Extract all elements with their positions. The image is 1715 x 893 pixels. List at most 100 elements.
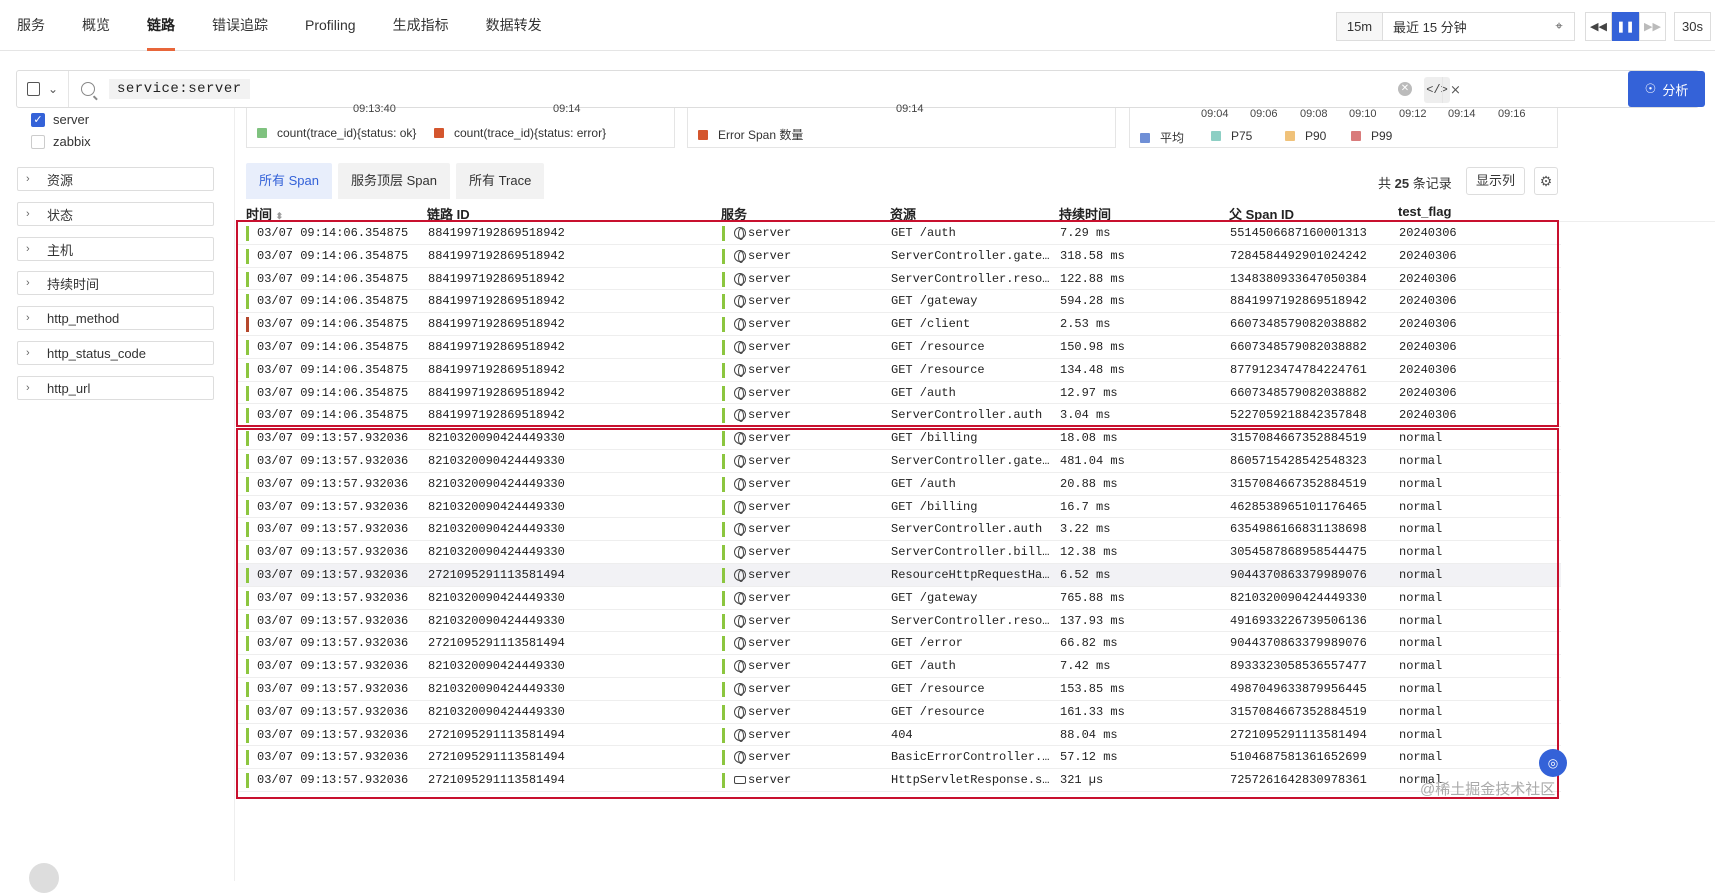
facet-http-url[interactable]: › http_url	[17, 376, 214, 400]
table-row[interactable]: 03/07 09:13:57.932036 2721095291113581494…	[236, 746, 1561, 770]
cell-parent-span-id: 5514506687160001313	[1230, 226, 1367, 240]
table-row[interactable]: 03/07 09:13:57.932036 8210320090424449330…	[236, 610, 1561, 633]
facet-http-status-code[interactable]: › http_status_code	[17, 341, 214, 365]
table-row[interactable]: 03/07 09:13:57.932036 8210320090424449330…	[236, 678, 1561, 701]
nav-tab-data-forwarding[interactable]: 数据转发	[486, 0, 542, 51]
filter-icon[interactable]: ⨯	[1442, 77, 1468, 103]
pause-button[interactable]: ❚❚	[1612, 11, 1639, 41]
column-header-trace-id[interactable]: 链路 ID	[427, 204, 470, 223]
cell-parent-span-id: 3157084667352884519	[1230, 431, 1367, 446]
table-row[interactable]: 03/07 09:14:06.354875 8841997192869518942…	[236, 222, 1561, 245]
cell-time: 03/07 09:13:57.932036	[257, 704, 409, 719]
table-row[interactable]: 03/07 09:13:57.932036 8210320090424449330…	[236, 587, 1561, 610]
clear-icon[interactable]: ✕	[1398, 82, 1412, 96]
chart-tick: 09:12	[1399, 108, 1427, 120]
table-row[interactable]: 03/07 09:14:06.354875 8841997192869518942…	[236, 245, 1561, 268]
column-header-test-flag[interactable]: test_flag	[1398, 204, 1451, 219]
record-count-suffix: 条记录	[1412, 176, 1452, 191]
table-row[interactable]: 03/07 09:14:06.354875 8841997192869518942…	[236, 382, 1561, 405]
time-range-picker[interactable]: 最近 15 分钟 ⌖	[1382, 11, 1575, 41]
table-row[interactable]: 03/07 09:14:06.354875 8841997192869518942…	[236, 336, 1561, 359]
table-row[interactable]: 03/07 09:14:06.354875 8841997192869518942…	[236, 290, 1561, 314]
cell-resource: ServerController.auth	[891, 408, 1043, 423]
refresh-interval[interactable]: 30s	[1674, 11, 1711, 41]
search-input[interactable]: service:server	[109, 79, 250, 99]
table-row[interactable]: 03/07 09:14:06.354875 8841997192869518942…	[236, 359, 1561, 382]
record-count: 共 25 条记录	[1378, 173, 1452, 192]
globe-icon	[734, 523, 746, 537]
analyze-button[interactable]: ☉ 分析	[1628, 71, 1705, 107]
forward-button[interactable]: ▶▶	[1639, 11, 1666, 41]
legend-item: P99	[1351, 129, 1392, 143]
cell-parent-span-id: 3157084667352884519	[1230, 476, 1367, 491]
table-row[interactable]: 03/07 09:14:06.354875 8841997192869518942…	[236, 313, 1561, 336]
nav-tab-error-tracking[interactable]: 错误追踪	[212, 0, 268, 51]
tab-all-trace[interactable]: 所有 Trace	[455, 163, 545, 199]
screenshot-icon[interactable]: ◎	[1539, 749, 1567, 777]
cell-service: server	[748, 294, 792, 309]
cell-parent-span-id: 6607348579082038882	[1230, 385, 1367, 400]
status-bar-ok	[246, 408, 249, 424]
nav-tab-generate-metrics[interactable]: 生成指标	[393, 0, 449, 51]
chart-latency: 09:04 09:06 09:08 09:10 09:12 09:14 09:1…	[1129, 108, 1558, 148]
cell-time: 03/07 09:13:57.932036	[257, 773, 409, 788]
query-mode-selector[interactable]: ⌄	[17, 71, 69, 107]
table-row[interactable]: 03/07 09:13:57.932036 8210320090424449330…	[236, 427, 1561, 450]
table-row[interactable]: 03/07 09:13:57.932036 2721095291113581494…	[236, 724, 1561, 747]
facet-duration[interactable]: › 持续时间	[17, 271, 214, 295]
cell-trace-id: 8210320090424449330	[428, 682, 565, 696]
tab-service-top-span[interactable]: 服务顶层 Span	[337, 163, 450, 199]
table-row[interactable]: 03/07 09:13:57.932036 8210320090424449330…	[236, 541, 1561, 564]
column-header-duration[interactable]: 持续时间	[1059, 204, 1111, 223]
legend-item: count(trace_id){status: error}	[434, 126, 606, 140]
rewind-button[interactable]: ◀◀	[1585, 11, 1612, 41]
service-color-bar	[722, 340, 725, 355]
table-row[interactable]: 03/07 09:13:57.932036 8210320090424449330…	[236, 473, 1561, 496]
pin-icon[interactable]: ⌖	[1552, 19, 1566, 33]
nav-tab-profiling[interactable]: Profiling	[305, 0, 356, 51]
table-row[interactable]: 03/07 09:13:57.932036 8210320090424449330…	[236, 655, 1561, 678]
column-header-resource[interactable]: 资源	[890, 204, 916, 223]
table-row[interactable]: 03/07 09:13:57.932036 8210320090424449330…	[236, 496, 1561, 519]
gear-icon[interactable]: ⚙	[1534, 167, 1558, 195]
nav-tab-traces[interactable]: 链路	[147, 0, 175, 51]
nav-tab-services[interactable]: 服务	[17, 0, 45, 51]
cell-parent-span-id: 6607348579082038882	[1230, 317, 1367, 332]
sort-icon[interactable]: ⬍	[276, 211, 284, 221]
cell-resource: GET /auth	[891, 476, 956, 491]
chart-tick: 09:06	[1250, 108, 1278, 120]
cell-service: server	[748, 682, 792, 696]
facet-http-method[interactable]: › http_method	[17, 306, 214, 330]
globe-icon	[734, 728, 746, 742]
column-header-service[interactable]: 服务	[721, 204, 747, 223]
chart-error-span: 09:14 Error Span 数量	[687, 103, 1116, 148]
sidebar-handle[interactable]	[29, 863, 59, 893]
table-row[interactable]: 03/07 09:13:57.932036 2721095291113581494…	[236, 632, 1561, 656]
table-row[interactable]: 03/07 09:13:57.932036 2721095291113581494…	[236, 564, 1561, 587]
cell-trace-id: 8210320090424449330	[428, 499, 565, 514]
status-bar-error	[246, 317, 249, 333]
table-row[interactable]: 03/07 09:13:57.932036 8210320090424449330…	[236, 518, 1561, 542]
table-row[interactable]: 03/07 09:14:06.354875 8841997192869518942…	[236, 404, 1561, 428]
facet-status[interactable]: › 状态	[17, 202, 214, 226]
facet-resource[interactable]: › 资源	[17, 167, 214, 191]
facet-host[interactable]: › 主机	[17, 237, 214, 261]
query-bar: ⌄ service:server ✕ </> ⨯	[16, 70, 1699, 108]
table-row[interactable]: 03/07 09:13:57.932036 8210320090424449330…	[236, 701, 1561, 724]
table-row[interactable]: 03/07 09:13:57.932036 8210320090424449330…	[236, 450, 1561, 473]
cell-test-flag: 20240306	[1399, 271, 1457, 286]
checkbox-zabbix[interactable]: zabbix	[31, 134, 91, 149]
table-row[interactable]: 03/07 09:14:06.354875 8841997192869518942…	[236, 268, 1561, 291]
status-bar-ok	[246, 522, 249, 538]
table-row[interactable]: 03/07 09:13:57.932036 2721095291113581494…	[236, 769, 1561, 792]
checkbox-server[interactable]: ✓ server	[31, 112, 89, 127]
column-header-time[interactable]: 时间 ⬍	[246, 204, 283, 223]
nav-tab-overview[interactable]: 概览	[82, 0, 110, 51]
tab-all-span[interactable]: 所有 Span	[246, 163, 332, 199]
cell-test-flag: normal	[1399, 454, 1443, 468]
column-header-parent-span-id[interactable]: 父 Span ID	[1229, 204, 1294, 223]
time-short-label[interactable]: 15m	[1336, 11, 1382, 41]
cell-duration: 318.58 ms	[1060, 248, 1125, 263]
show-columns-button[interactable]: 显示列	[1466, 167, 1525, 195]
chevron-right-icon: ›	[26, 312, 30, 324]
